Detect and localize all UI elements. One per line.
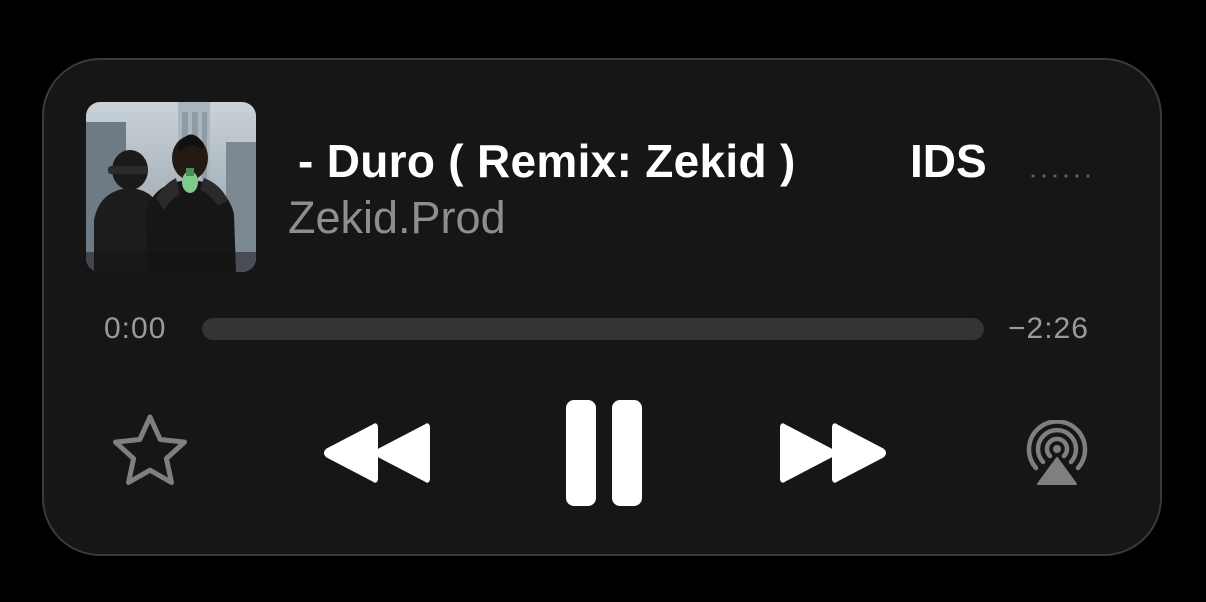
fast-forward-icon — [780, 423, 886, 483]
star-icon — [113, 414, 187, 485]
track-title-marquee: - Duro ( Remix: Zekid ) IDS — [290, 130, 990, 190]
elapsed-time: 0:00 — [104, 312, 167, 345]
previous-track-button[interactable] — [322, 420, 432, 486]
more-dots-icon[interactable] — [1030, 166, 1092, 178]
favorite-button[interactable] — [110, 412, 190, 492]
now-playing-widget: - Duro ( Remix: Zekid ) IDS Zekid.Prod 0… — [42, 58, 1162, 556]
play-pause-button[interactable] — [562, 398, 646, 508]
airplay-audio-icon — [1026, 420, 1088, 485]
album-artwork[interactable] — [86, 102, 256, 272]
artist-name[interactable]: Zekid.Prod — [288, 192, 506, 244]
pause-icon — [566, 400, 642, 506]
track-title-continued: IDS — [910, 135, 987, 187]
remaining-time: −2:26 — [1008, 312, 1089, 345]
track-title: - Duro ( Remix: Zekid ) — [298, 135, 796, 187]
rewind-icon — [324, 423, 430, 483]
progress-scrubber[interactable] — [202, 318, 984, 340]
album-artwork-image — [86, 102, 256, 272]
airplay-button[interactable] — [1022, 420, 1092, 486]
next-track-button[interactable] — [778, 420, 888, 486]
